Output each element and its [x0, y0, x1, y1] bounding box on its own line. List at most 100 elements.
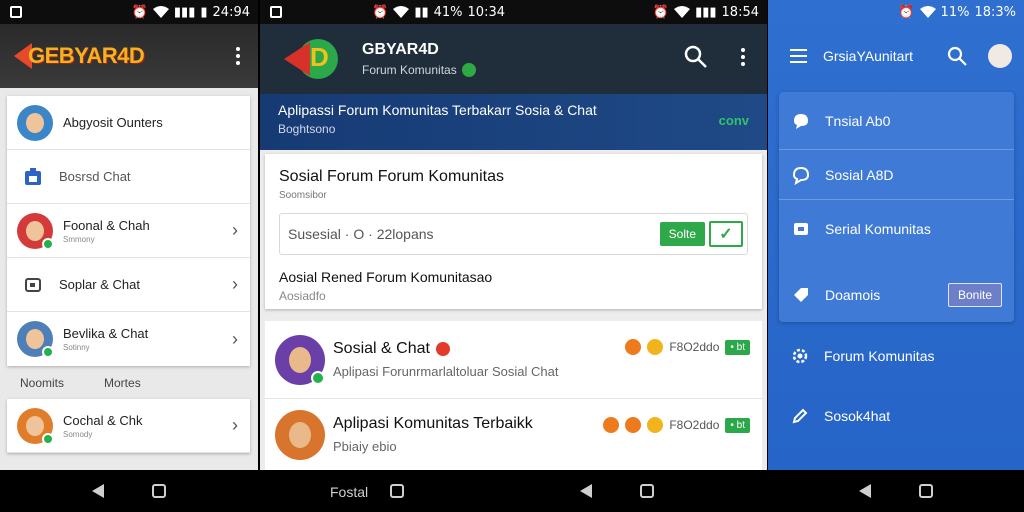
chevron-right-icon: ›: [232, 220, 238, 240]
battery-percent: 41%: [433, 4, 463, 20]
brand-logo[interactable]: D: [280, 36, 352, 82]
drawer-item-label: Tnsial Ab0: [825, 112, 891, 129]
drawer-item[interactable]: Sosok4hat: [768, 400, 1024, 432]
list-item[interactable]: Cochal & Chk Somody ›: [7, 399, 250, 453]
feed-meta-text: F8O2ddo: [669, 418, 720, 432]
home-icon[interactable]: [390, 484, 404, 498]
home-icon[interactable]: [919, 484, 933, 498]
back-icon[interactable]: [859, 484, 871, 498]
reaction-icon: [603, 417, 620, 433]
status-badge: • bt: [725, 339, 750, 355]
wifi-icon: [674, 6, 691, 18]
input-value: Susesial · O · 22lopans: [288, 226, 434, 242]
wifi-icon: [393, 6, 410, 18]
notification-icon: [10, 6, 22, 18]
card-row-title[interactable]: Aosial Rened Forum Komunitasao: [279, 269, 762, 285]
drawer-item-button[interactable]: Bonite: [947, 283, 1002, 307]
drawer-item-label: Serial Komunitas: [825, 221, 931, 237]
panel-right: ⏰ 11% 18:3% GrsiaYAunitart Tnsial Ab0 So…: [768, 0, 1024, 512]
banner-subtitle: Boghtsono: [278, 122, 336, 136]
feed-title: Aplipasi Komunitas Terbaikk: [333, 415, 533, 432]
status-time: 18:54: [721, 4, 759, 20]
chat-bubble-icon: [794, 113, 808, 129]
status-bar: ⏰ 11% 18:3%: [768, 0, 1024, 24]
drawer-item-label: Doamois: [825, 287, 881, 303]
feed-item[interactable]: Aplipasi Komunitas Terbaikk Pbiaiy ebio …: [265, 399, 762, 471]
drawer-item[interactable]: Serial Komunitas: [779, 200, 1014, 258]
section-left-label: Noomits: [20, 376, 65, 390]
brand-logo[interactable]: GEBYAR4D: [14, 43, 145, 69]
list-item[interactable]: Bosrsd Chat: [7, 150, 250, 204]
tag-icon: [794, 288, 808, 302]
search-icon[interactable]: [946, 45, 968, 67]
list-item[interactable]: Bevlika & Chat Sotinny ›: [7, 312, 250, 366]
more-options-icon[interactable]: [236, 47, 240, 65]
menu-icon[interactable]: [790, 49, 807, 63]
drawer-item-label: Sosial A8D: [825, 166, 894, 183]
section-header: Noomits Mortes: [20, 376, 141, 390]
feed-subtitle: Pbiaiy ebio: [333, 439, 397, 454]
drawer-item[interactable]: Doamois Bonite: [779, 270, 1014, 320]
chevron-right-icon: ›: [232, 415, 238, 435]
app-title: GrsiaYAunitart: [823, 48, 913, 64]
signal-icon: ▮▮▮: [173, 4, 196, 20]
pencil-icon: [792, 408, 808, 424]
avatar: [275, 409, 325, 460]
banner-action[interactable]: conv: [719, 113, 749, 128]
status-time: 18:3%: [974, 4, 1016, 20]
system-nav-bar: [768, 470, 1024, 512]
menu-card-2: Cochal & Chk Somody ›: [7, 399, 250, 453]
panel-left: ⏰ ▮▮▮ ▮ 24:94 GEBYAR4D Abgyosit Ounters …: [0, 0, 258, 512]
alarm-icon: ⏰: [898, 4, 915, 20]
menu-card: Abgyosit Ounters Bosrsd Chat Foonal & Ch…: [7, 96, 250, 366]
feed-title: Sosial & Chat: [333, 340, 430, 357]
wifi-icon: [152, 6, 169, 18]
app-subtitle: Forum Komunitas: [362, 63, 457, 77]
list-item-label: Bosrsd Chat: [59, 169, 131, 184]
feed-meta-text: F8O2ddo: [669, 340, 720, 354]
feed-item[interactable]: Sosial & Chat Aplipasi Forunrmarlaltolua…: [265, 321, 762, 399]
app-bar: GEBYAR4D: [0, 24, 258, 88]
brand-name: GEBYAR4D: [28, 43, 145, 68]
list-item-label: Abgyosit Ounters: [63, 115, 163, 130]
more-options-icon[interactable]: [741, 48, 745, 66]
list-item[interactable]: Abgyosit Ounters: [7, 96, 250, 150]
hero-banner[interactable]: Aplipassi Forum Komunitas Terbakarr Sosi…: [260, 94, 767, 150]
wifi-icon: [919, 6, 936, 18]
brand-name: GBYAR4D: [362, 41, 439, 58]
back-icon[interactable]: [92, 484, 104, 498]
list-item-label: Cochal & Chk: [63, 412, 143, 428]
emoji-icon: [647, 339, 664, 355]
panel-center: ⏰ ▮▮ 41% 10:34 ⏰ ▮▮▮ 18:54 D GBYAR4D For…: [260, 0, 767, 512]
list-item-label: Foonal & Chah: [63, 217, 150, 233]
box-icon: [794, 223, 808, 235]
chevron-right-icon: ›: [232, 328, 238, 349]
search-icon[interactable]: [683, 44, 709, 70]
avatar: [17, 104, 53, 141]
banner-title: Aplipassi Forum Komunitas Terbakarr Sosi…: [278, 102, 597, 118]
reaction-icon: [625, 339, 642, 355]
list-item[interactable]: Soplar & Chat ›: [7, 258, 250, 312]
check-icon[interactable]: ✓: [709, 221, 743, 247]
system-nav-bar: Fostal: [260, 470, 767, 512]
drawer-item[interactable]: Sosial A8D: [779, 150, 1014, 200]
submit-button[interactable]: Solte: [659, 222, 705, 246]
avatar[interactable]: [988, 44, 1012, 68]
home-icon[interactable]: [152, 484, 166, 498]
avatar: [17, 321, 54, 358]
drawer-item-label: Sosok4hat: [824, 408, 891, 424]
drawer-item[interactable]: Tnsial Ab0: [779, 92, 1014, 150]
alarm-icon: ⏰: [131, 4, 148, 20]
list-item[interactable]: Foonal & Chah Smmony ›: [7, 204, 250, 258]
section-right-label[interactable]: Mortes: [104, 376, 141, 390]
home-icon[interactable]: [640, 484, 654, 498]
feed-meta: F8O2ddo • bt: [603, 417, 750, 433]
forum-input[interactable]: Susesial · O · 22lopans Solte ✓: [279, 213, 748, 255]
signal-icon: ▮▮▮: [695, 4, 717, 20]
back-icon[interactable]: [580, 484, 592, 498]
battery-icon: ▮: [200, 4, 208, 20]
list-item-sub: Smmony: [63, 234, 95, 244]
avatar: [17, 407, 54, 445]
list-item-sub: Somody: [63, 429, 93, 439]
drawer-item[interactable]: Forum Komunitas: [768, 340, 1024, 372]
